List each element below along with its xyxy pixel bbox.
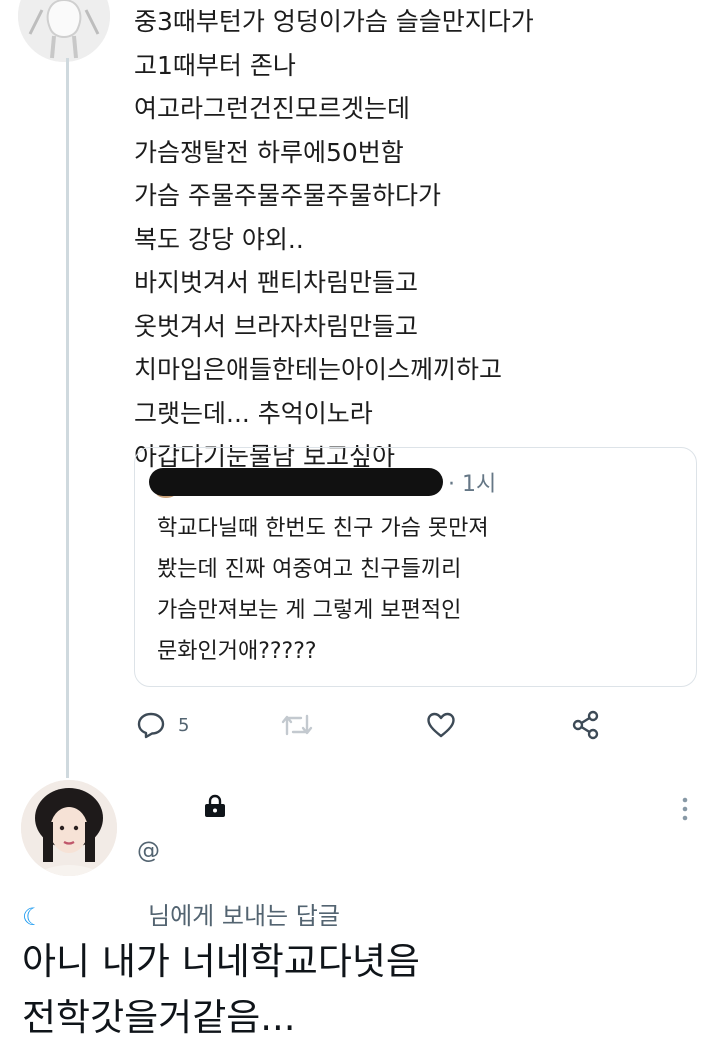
quoted-tweet-card[interactable]: · 1시 학교다닐때 한번도 친구 가슴 못만져 봤는데 진짜 여중여고 친구들… [134,447,697,687]
tweet-line: 바지벗겨서 팬티차림만들고 [134,268,418,297]
tweet-line: 옷벗겨서 브라자차림만들고 [134,311,418,341]
tweet-line: 그랫는데... 추억이노라 [134,398,373,428]
tweet-line: 고1때부터 존나 [134,50,296,80]
thread-connector-line [66,58,69,778]
quoted-line: 문화인거애????? [157,639,317,664]
more-options-icon[interactable] [679,796,691,822]
reply-icon [137,712,165,739]
reply-line: 전학갓을거같음... [22,996,296,1039]
retweet-icon [281,714,313,736]
author-avatar[interactable] [18,0,110,62]
share-icon [572,710,599,740]
lock-icon [205,794,225,817]
quoted-line: 가슴만져보는 게 그렇게 보편적인 [157,598,462,623]
tweet-line: 가슴 주물주물주물주물하다가 [134,181,441,210]
reply-count: 5 [178,714,190,736]
reply-author-avatar-image [21,780,117,876]
tweet-line: 가슴쟁탈전 하루에50번함 [134,137,404,167]
reply-tweet-text: 아니 내가 너네학교다녓음 전학갓을거같음... [22,934,420,1046]
tweet-line: 여고라그런건진모르겟는데 [134,94,411,123]
reply-line: 아니 내가 너네학교다녓음 [22,940,420,983]
tweet-line: 중3때부턴가 엉덩이가슴 슬슬만지다가 [134,7,534,36]
share-button[interactable] [571,708,601,742]
reply-author-handle[interactable]: @ [137,838,160,864]
quoted-line: 봤는데 진짜 여중여고 친구들끼리 [157,557,462,582]
like-icon [427,712,455,738]
quoted-line: 학교다닐때 한번도 친구 가슴 못만져 [157,516,489,541]
tweet-line: 복도 강당 야외.. [134,224,304,254]
redacted-author-name [149,468,443,496]
author-avatar-image [18,0,110,62]
reply-author-avatar[interactable] [21,780,117,876]
retweet-button[interactable] [281,708,313,742]
quoted-tweet-text: 학교다닐때 한번도 친구 가슴 못만져 봤는데 진짜 여중여고 친구들끼리 가슴… [157,508,489,672]
tweet-action-bar: 5 [0,700,720,750]
tweet-line: 치마입은애들한테는아이스께끼하고 [134,355,503,384]
quoted-tweet-time: · 1시 [448,472,497,497]
reply-thread-icon: ☾ [22,903,44,931]
like-button[interactable] [426,708,456,742]
reply-button[interactable]: 5 [136,708,189,742]
tweet-text: 중3때부턴가 엉덩이가슴 슬슬만지다가 고1때부터 존나 여고라그런건진모르겟는… [134,0,534,479]
replying-to-label[interactable]: 님에게 보내는 답글 [148,896,340,931]
